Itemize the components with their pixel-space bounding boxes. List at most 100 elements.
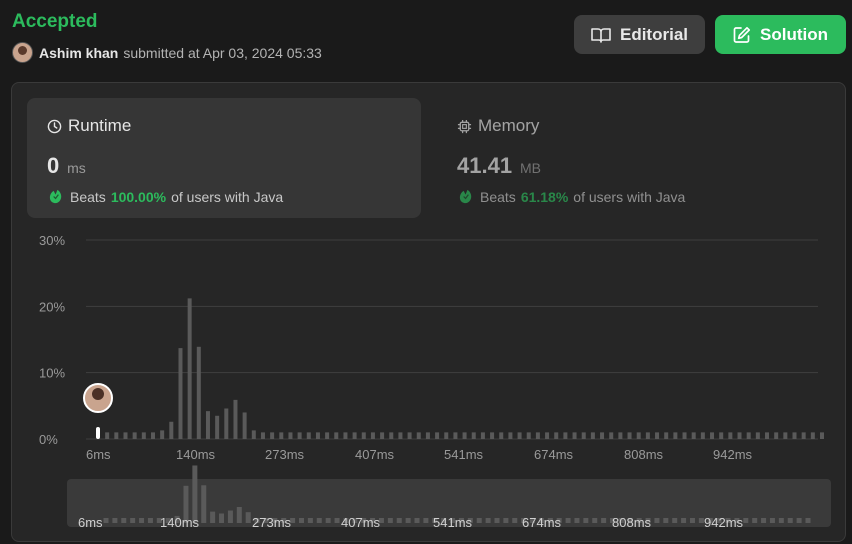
chart-bar[interactable] <box>380 432 385 439</box>
chart-bar[interactable] <box>618 432 623 439</box>
chart-bar[interactable] <box>700 432 705 439</box>
chart-bar[interactable] <box>416 432 421 439</box>
chart-bar[interactable] <box>242 412 247 439</box>
chart-bar[interactable] <box>453 432 458 439</box>
solution-button[interactable]: Solution <box>715 15 846 54</box>
chart-bar[interactable] <box>251 430 256 439</box>
chart-bar[interactable] <box>114 432 119 439</box>
chart-bar[interactable] <box>325 432 330 439</box>
chart-bar[interactable] <box>233 399 238 439</box>
chart-bar[interactable] <box>810 432 815 439</box>
mini-chart-bar <box>210 511 216 523</box>
chart-bar[interactable] <box>563 432 568 439</box>
chart-bar[interactable] <box>343 432 348 439</box>
chart-bar[interactable] <box>636 432 641 439</box>
chart-bar[interactable] <box>554 432 559 439</box>
chart-bar[interactable] <box>581 432 586 439</box>
chart-bar[interactable] <box>196 346 201 439</box>
mini-chart-bar <box>130 518 136 523</box>
chart-bar[interactable] <box>150 432 155 439</box>
chart-bar[interactable] <box>655 432 660 439</box>
chart-bar[interactable] <box>306 432 311 439</box>
avatar-hair-shape <box>92 388 104 400</box>
chart-bar[interactable] <box>792 432 797 439</box>
chart-bar[interactable] <box>737 432 742 439</box>
mini-x-tick-label: 808ms <box>612 515 652 530</box>
chart-bar[interactable] <box>490 432 495 439</box>
chart-bar[interactable] <box>719 432 724 439</box>
chart-bar[interactable] <box>526 432 531 439</box>
chart-bar[interactable] <box>535 432 540 439</box>
chart-bar[interactable] <box>645 432 650 439</box>
chart-bar[interactable] <box>361 432 366 439</box>
chart-bar[interactable] <box>517 432 522 439</box>
mini-chart-bar <box>219 513 225 523</box>
chart-bar[interactable] <box>178 348 183 439</box>
chart-bar[interactable] <box>664 432 669 439</box>
chart-bar[interactable] <box>389 432 394 439</box>
chart-bar[interactable] <box>407 432 412 439</box>
chart-bar[interactable] <box>746 432 751 439</box>
chart-bar[interactable] <box>215 415 220 439</box>
chart-bar[interactable] <box>334 432 339 439</box>
chart-bar[interactable] <box>783 432 788 439</box>
chart-bar[interactable] <box>105 432 110 439</box>
editorial-button[interactable]: Editorial <box>574 15 705 54</box>
chart-bar[interactable] <box>545 432 550 439</box>
chart-bar[interactable] <box>205 411 210 439</box>
chart-bar[interactable] <box>590 432 595 439</box>
chart-bar[interactable] <box>288 432 293 439</box>
chart-bar[interactable] <box>352 432 357 439</box>
x-tick-label: 407ms <box>355 447 395 462</box>
runtime-distribution-chart[interactable]: 0% 10% 20% 30% 6ms 140ms 273ms 407ms 541ms 674ms 8… <box>12 83 845 541</box>
chart-bar[interactable] <box>471 432 476 439</box>
mini-x-tick-label: 942ms <box>704 515 744 530</box>
chart-bar[interactable] <box>499 432 504 439</box>
chart-bar[interactable] <box>627 432 632 439</box>
chart-bar[interactable] <box>691 432 696 439</box>
chart-bar[interactable] <box>609 432 614 439</box>
chart-bar[interactable] <box>820 432 824 439</box>
user-name[interactable]: Ashim khan <box>39 45 118 61</box>
chart-bar[interactable] <box>673 432 678 439</box>
chart-bar[interactable] <box>728 432 733 439</box>
chart-bar[interactable] <box>279 432 284 439</box>
chart-bar[interactable] <box>508 432 513 439</box>
x-tick-label: 541ms <box>444 447 484 462</box>
chart-bar[interactable] <box>755 432 760 439</box>
chart-bar[interactable] <box>370 432 375 439</box>
chart-bar[interactable] <box>600 432 605 439</box>
chart-bar[interactable] <box>260 432 265 439</box>
chart-bar[interactable] <box>187 298 192 439</box>
chart-bar[interactable] <box>682 432 687 439</box>
chart-bar[interactable] <box>315 432 320 439</box>
user-avatar[interactable] <box>12 42 33 63</box>
chart-bar[interactable] <box>435 432 440 439</box>
chart-bar[interactable] <box>141 432 146 439</box>
chart-bar[interactable] <box>123 432 128 439</box>
chart-bar[interactable] <box>132 432 137 439</box>
chart-bar[interactable] <box>572 432 577 439</box>
mini-chart-bar <box>761 518 767 523</box>
chart-bar-highlight[interactable] <box>96 427 100 439</box>
chart-bar[interactable] <box>297 432 302 439</box>
chart-bar[interactable] <box>444 432 449 439</box>
chart-bar[interactable] <box>398 432 403 439</box>
mini-chart-bar <box>396 518 402 523</box>
mini-x-tick-label: 6ms <box>78 515 103 530</box>
chart-bar[interactable] <box>160 430 165 439</box>
chart-bar[interactable] <box>765 432 770 439</box>
mini-chart-bar <box>103 518 109 523</box>
mini-x-tick-label: 541ms <box>433 515 473 530</box>
chart-bar[interactable] <box>169 421 174 439</box>
chart-bar[interactable] <box>801 432 806 439</box>
chart-bar[interactable] <box>462 432 467 439</box>
chart-bar[interactable] <box>425 432 430 439</box>
chart-bar[interactable] <box>480 432 485 439</box>
chart-bar[interactable] <box>270 432 275 439</box>
mini-chart-bar <box>654 518 660 523</box>
chart-bar[interactable] <box>224 408 229 439</box>
chart-bar[interactable] <box>710 432 715 439</box>
x-tick-label: 942ms <box>713 447 753 462</box>
chart-bar[interactable] <box>774 432 779 439</box>
